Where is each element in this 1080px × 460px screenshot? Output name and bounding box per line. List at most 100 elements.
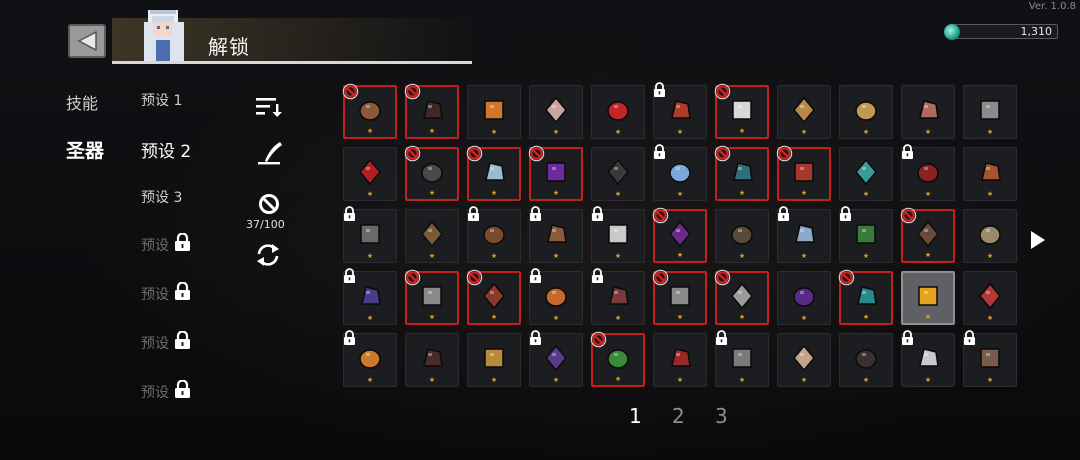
refresh-icon[interactable] (255, 243, 281, 267)
item-slot-mushroom[interactable]: ★ (776, 145, 831, 201)
star-icon: ★ (552, 189, 560, 197)
item-slot-fang[interactable]: ★ (777, 333, 831, 387)
item-slot-spoon[interactable]: ★ (343, 206, 397, 263)
star-icon: ★ (428, 127, 436, 135)
ice-shard-icon (485, 162, 505, 181)
item-slot-red-bat[interactable]: ★ (343, 147, 397, 201)
wood-board-icon (547, 223, 567, 243)
item-slot-white-pearl[interactable]: ★ (901, 330, 955, 387)
ban-icon (900, 207, 917, 224)
item-slot-green-clover[interactable]: ★ (590, 331, 645, 387)
item-slot-wood-planks[interactable]: ★ (467, 206, 521, 263)
meat-icon (919, 99, 939, 119)
item-slot-purple-hood[interactable]: ★ (529, 330, 583, 387)
sort-icon[interactable] (255, 96, 283, 118)
item-slot-rifle[interactable]: ★ (900, 207, 955, 263)
item-slot-ice-shard[interactable]: ★ (466, 145, 521, 201)
star-icon: ★ (924, 313, 932, 321)
star-icon: ★ (800, 128, 808, 136)
item-slot-crossed-swords[interactable]: ★ (404, 269, 459, 325)
lock-icon (530, 268, 541, 283)
green-wreath-icon (856, 224, 876, 244)
quill-icon[interactable] (256, 140, 284, 166)
preset-2[interactable]: 预设 2 (141, 137, 191, 162)
item-slot-teal-mech[interactable]: ★ (838, 269, 893, 325)
ban-icon (714, 83, 731, 100)
item-slot-pie[interactable]: ★ (342, 83, 397, 139)
star-icon: ★ (676, 128, 684, 136)
item-slot-knife[interactable]: ★ (714, 269, 769, 325)
item-slot-helmet[interactable]: ★ (715, 330, 769, 387)
item-slot-boomerang[interactable]: ★ (405, 209, 459, 263)
item-slot-feather[interactable]: ★ (529, 85, 583, 139)
item-slot-dark-staff[interactable]: ★ (343, 268, 397, 325)
item-slot-gold-bars[interactable]: ★ (901, 271, 955, 325)
page-2[interactable]: 2 (672, 404, 685, 428)
ban-icon (838, 269, 855, 286)
item-slot-red-potion[interactable]: ★ (591, 85, 645, 139)
star-icon: ★ (986, 252, 994, 260)
item-slot-red-boot[interactable]: ★ (963, 271, 1017, 325)
currency-display: 1,310 (944, 22, 1058, 42)
item-slot-snow-globe[interactable]: ★ (591, 206, 645, 263)
star-icon: ★ (614, 190, 622, 198)
item-slot-red-wings[interactable]: ★ (653, 333, 707, 387)
star-icon: ★ (738, 376, 746, 384)
red-potion-icon (607, 101, 629, 121)
preset-3[interactable]: 预设 3 (141, 187, 182, 207)
item-slot-frost-ore[interactable]: ★ (653, 144, 707, 201)
page-1[interactable]: 1 (629, 404, 642, 428)
purple-orb-icon (793, 287, 815, 307)
back-button[interactable] (68, 24, 106, 58)
lock-icon (175, 233, 190, 251)
page-3[interactable]: 3 (715, 404, 728, 428)
item-slot-teal-tree[interactable]: ★ (714, 145, 769, 201)
black-stone-icon (607, 158, 629, 186)
clay-vase-icon (981, 161, 1001, 181)
item-slot-skull[interactable]: ★ (714, 83, 769, 139)
item-slot-meat[interactable]: ★ (901, 85, 955, 139)
star-icon: ★ (428, 313, 436, 321)
item-slot-dagger[interactable]: ★ (652, 269, 707, 325)
item-slot-purple-orb[interactable]: ★ (777, 271, 831, 325)
item-slot-fish-skull[interactable]: ★ (963, 209, 1017, 263)
item-slot-blue-orange-block[interactable]: ★ (529, 268, 583, 325)
item-slot-amber-crystal[interactable]: ★ (467, 85, 521, 139)
item-slot-fox-mask[interactable]: ★ (653, 82, 707, 139)
gold-mask-icon (484, 348, 504, 368)
item-slot-pebble[interactable]: ★ (963, 330, 1017, 387)
item-slot-purple-lantern[interactable]: ★ (652, 207, 707, 263)
ban-icon[interactable] (258, 193, 280, 215)
item-slot-red-wing[interactable]: ★ (591, 268, 645, 325)
item-slot-book-stand[interactable]: ★ (715, 209, 769, 263)
item-slot-black-stone[interactable]: ★ (591, 147, 645, 201)
item-slot-dark-orb[interactable]: ★ (404, 83, 459, 139)
category-skill[interactable]: 技能 (66, 90, 98, 114)
item-slot-purple-gem[interactable]: ★ (528, 145, 583, 201)
item-slot-scroll[interactable]: ★ (777, 85, 831, 139)
item-slot-green-wreath[interactable]: ★ (839, 206, 893, 263)
item-slot-orange-coin[interactable]: ★ (343, 330, 397, 387)
item-slot-red-scarf[interactable]: ★ (901, 144, 955, 201)
item-slot-coffin[interactable]: ★ (404, 145, 459, 201)
item-slot-wood-board[interactable]: ★ (529, 206, 583, 263)
star-icon: ★ (924, 190, 932, 198)
item-slot-gold-mask[interactable]: ★ (467, 333, 521, 387)
item-slot-gender-symbol[interactable]: ★ (963, 85, 1017, 139)
preset-1[interactable]: 预设 1 (141, 90, 182, 110)
category-artifact[interactable]: 圣器 (66, 136, 104, 163)
item-slot-clay-vase[interactable]: ★ (963, 147, 1017, 201)
star-icon: ★ (800, 376, 808, 384)
item-slot-map[interactable]: ★ (839, 85, 893, 139)
item-slot-blue-rock[interactable]: ★ (777, 206, 831, 263)
next-arrow-icon[interactable] (1030, 230, 1046, 250)
item-slot-dark-ring[interactable]: ★ (839, 333, 893, 387)
item-slot-teal-rings[interactable]: ★ (839, 147, 893, 201)
map-icon (855, 101, 877, 121)
skull-icon (732, 100, 752, 120)
item-slot-red-shield[interactable]: ★ (466, 269, 521, 325)
star-icon: ★ (366, 252, 374, 260)
star-icon: ★ (428, 252, 436, 260)
gold-bars-icon (918, 286, 938, 306)
item-slot-dark-spider[interactable]: ★ (405, 333, 459, 387)
